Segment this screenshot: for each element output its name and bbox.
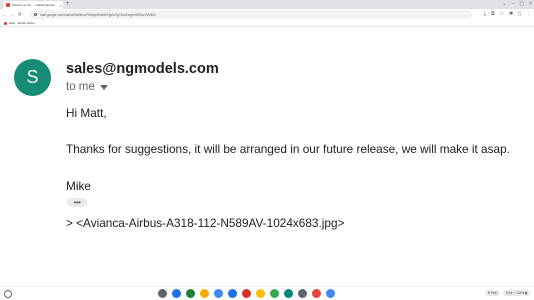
tab-strip: Pictures of the ... mattfinchphoto × + ⌄… — [0, 0, 534, 9]
tab-title: Pictures of the ... mattfinchphoto — [12, 3, 56, 7]
sheets-app-icon[interactable] — [186, 289, 195, 298]
share-icon[interactable]: ⧉ — [491, 11, 495, 17]
os-shelf: 8 Feb 9:41 ◔ CA ▾ ▮ — [0, 286, 534, 300]
email-message: Thanks for suggestions, it will be arran… — [66, 142, 510, 156]
docs-app-icon[interactable] — [228, 289, 237, 298]
chrome-app-icon[interactable] — [158, 289, 167, 298]
bookmark-star-icon[interactable]: ☆ — [500, 11, 504, 17]
files-app-icon[interactable] — [172, 289, 181, 298]
url-text[interactable]: mail.google.com/mail/u/0/#inbox/FMfcgzGt… — [40, 13, 156, 17]
menu-icon[interactable]: ⋮ — [526, 11, 531, 17]
browser-tab[interactable]: Pictures of the ... mattfinchphoto × — [3, 1, 63, 9]
date-indicator[interactable]: 8 Feb — [484, 290, 500, 296]
shelf-apps — [158, 289, 335, 298]
launcher-icon[interactable] — [4, 290, 12, 298]
pdf-app-icon[interactable] — [242, 289, 251, 298]
tab-close-icon[interactable]: × — [58, 3, 63, 8]
chevron-down-icon[interactable] — [99, 85, 108, 90]
bookmark-item[interactable]: Web · Model Airline... — [9, 21, 37, 25]
toolbar-icons: ⤓ ⧉ ☆ ✱ ▯ ⋮ — [484, 11, 531, 17]
recipient-details[interactable]: to me — [66, 81, 108, 93]
tab-search-icon[interactable]: ⌄ — [502, 1, 506, 7]
install-icon[interactable]: ⤓ — [484, 11, 486, 17]
forward-icon[interactable]: → — [8, 12, 16, 18]
maximize-icon[interactable]: ▢ — [519, 1, 524, 7]
status-area[interactable]: 9:41 ◔ CA ▾ ▮ — [502, 290, 530, 296]
recipient-label: to me — [66, 81, 95, 93]
gmail-favicon-icon — [6, 3, 10, 7]
close-window-icon[interactable]: × — [529, 1, 532, 7]
system-tray: 8 Feb 9:41 ◔ CA ▾ ▮ — [484, 290, 530, 296]
slides-app-icon[interactable] — [200, 289, 209, 298]
sender-email[interactable]: sales@ngmodels.com — [66, 61, 219, 77]
address-bar[interactable]: mail.google.com/mail/u/0/#inbox/FMfcgzGt… — [30, 10, 472, 19]
extensions-icon[interactable]: ✱ — [509, 11, 513, 17]
reload-icon[interactable]: ⟳ — [16, 12, 24, 18]
back-icon[interactable]: ← — [0, 12, 8, 18]
music-app-icon[interactable] — [312, 289, 321, 298]
email-greeting: Hi Matt, — [66, 106, 107, 120]
bookmark-favicon-icon — [4, 21, 7, 25]
quoted-text: > <Avianca-Airbus-A318-112-N589AV-1024x6… — [66, 216, 345, 230]
side-panel-icon[interactable]: ▯ — [518, 11, 521, 17]
sender-avatar[interactable]: S — [14, 59, 51, 96]
show-trimmed-content-button[interactable]: ••• — [67, 198, 87, 207]
new-tab-button[interactable]: + — [66, 1, 70, 8]
meet-app-icon[interactable] — [284, 289, 293, 298]
browser-toolbar: ← → ⟳ mail.google.com/mail/u/0/#inbox/FM… — [0, 9, 534, 20]
lock-icon[interactable] — [34, 13, 37, 16]
chrome-browser-app-icon[interactable] — [326, 289, 335, 298]
window-controls: ⌄ – ▢ × — [502, 1, 532, 7]
settings-app-icon[interactable] — [298, 289, 307, 298]
photos-app-icon[interactable] — [270, 289, 279, 298]
bookmarks-bar: Web · Model Airline... — [0, 20, 534, 27]
minimize-icon[interactable]: – — [512, 1, 515, 7]
calendar-app-icon[interactable] — [214, 289, 223, 298]
keep-app-icon[interactable] — [256, 289, 265, 298]
email-signature: Mike — [66, 179, 91, 193]
